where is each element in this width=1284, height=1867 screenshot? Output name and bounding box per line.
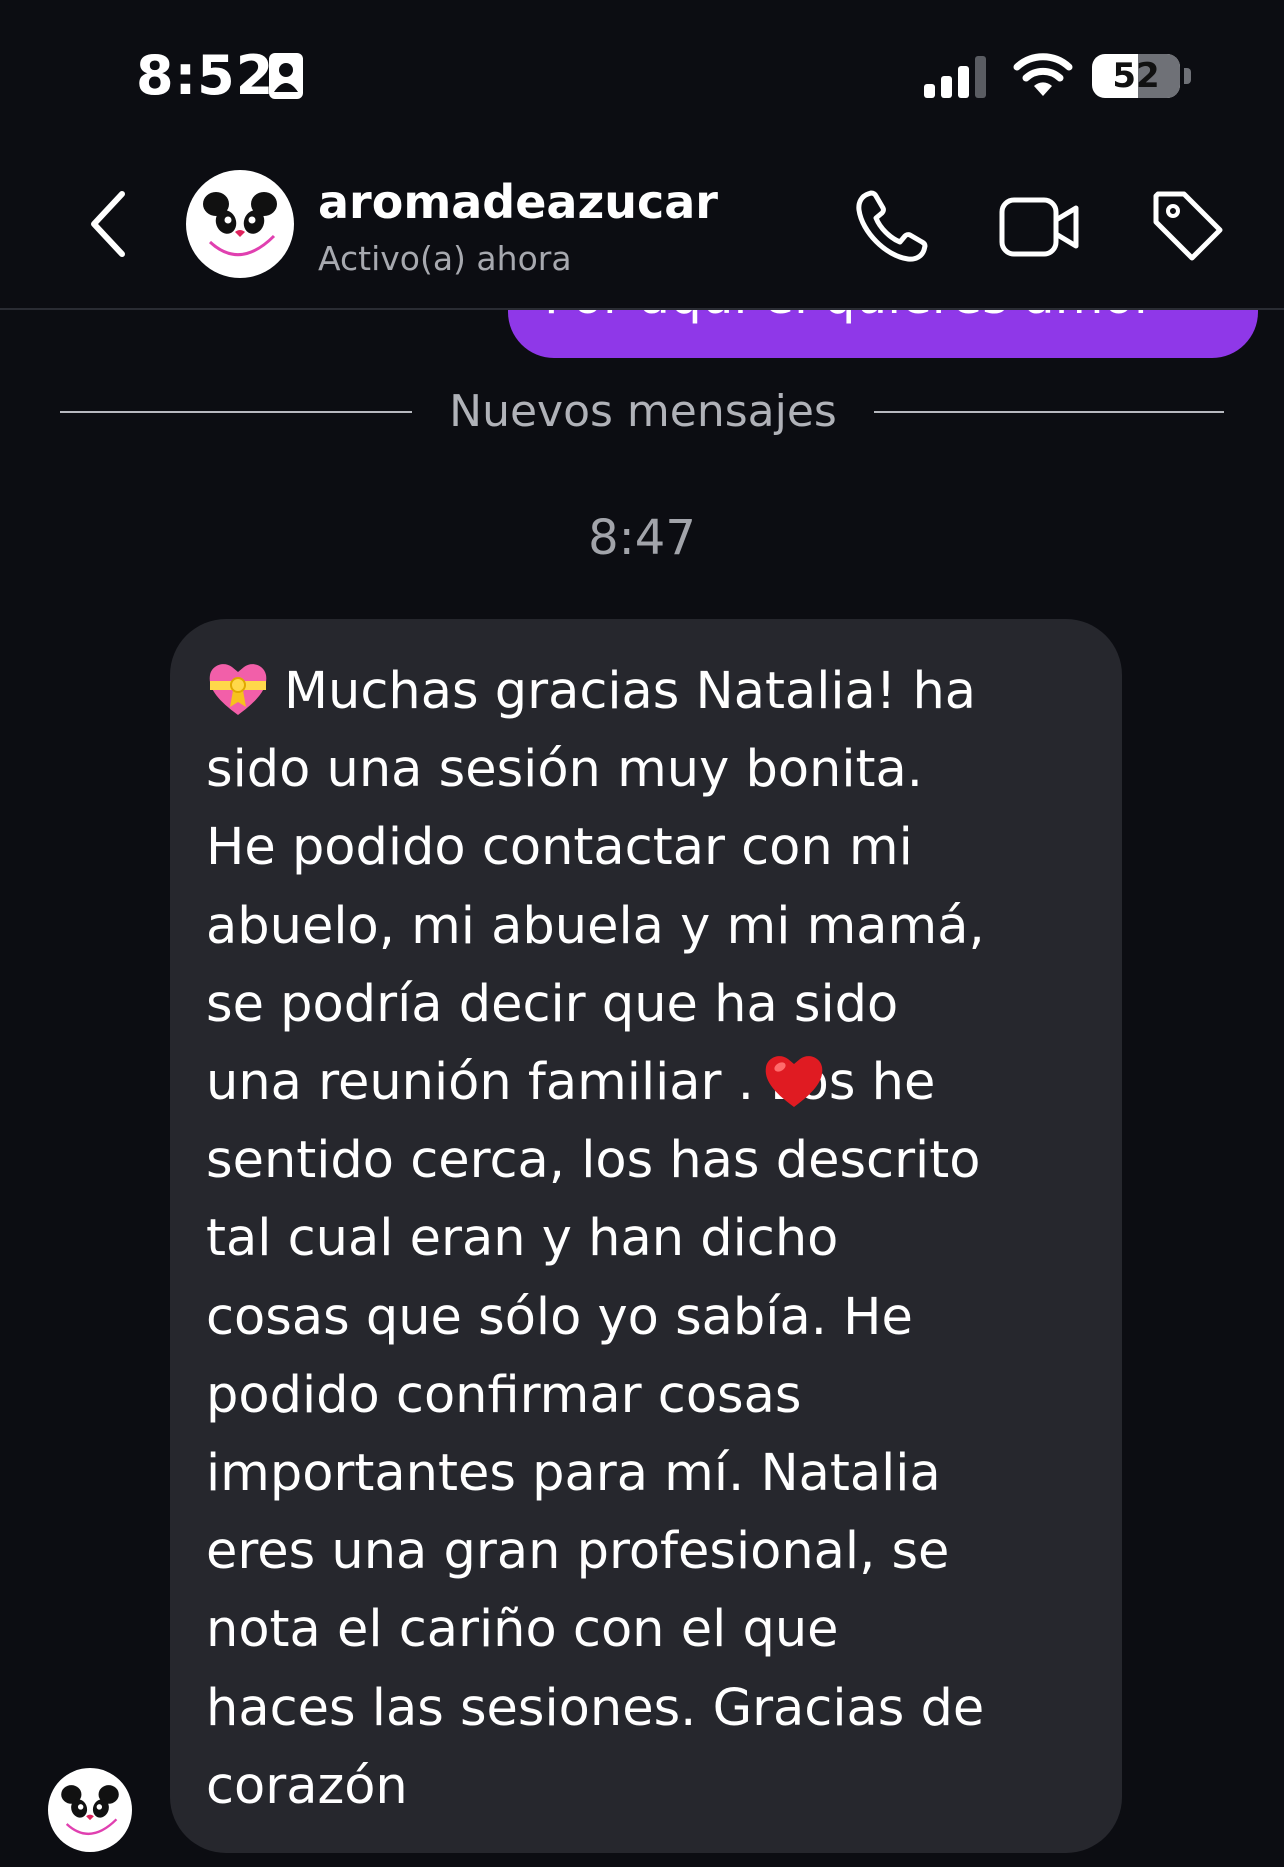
message-line: sentido cerca, los has descrito [206,1131,981,1191]
message-line: eres una gran profesional, se [206,1522,950,1582]
battery-tip [1184,68,1191,84]
wifi-icon [1013,53,1073,96]
message-line: podido confirmar cosas [206,1365,802,1425]
message-line: cosas que sólo yo sabía. He [206,1287,913,1347]
panda-logo-icon [61,1785,119,1835]
back-chevron-icon[interactable] [78,184,138,264]
contact-card-icon [269,53,303,99]
tag-icon[interactable] [1148,186,1228,266]
message-line: se podría decir que ha sido [206,974,899,1034]
status-bar: 8:52 52 [0,0,1284,150]
panda-logo-icon [203,192,277,257]
new-messages-divider: Nuevos mensajes [449,386,837,437]
sender-avatar[interactable] [48,1768,132,1852]
message-timestamp: 8:47 [588,510,696,566]
message-line: nota el cariño con el que [206,1600,839,1660]
red-heart-icon [765,1056,823,1107]
video-camera-icon[interactable] [998,190,1082,264]
message-line: sido una sesión muy bonita. [206,740,923,800]
received-message-bubble[interactable]: Muchas gracias Natalia! ha sido una sesió… [170,619,1122,1853]
phone-icon[interactable] [852,188,930,266]
battery-percent: 52 [1112,56,1160,96]
message-line: tal cual eran y han dicho [206,1209,839,1269]
gift-heart-icon [209,664,267,715]
received-message-text: Muchas gracias Natalia! ha sido una sesió… [206,653,1106,1826]
message-line: importantes para mí. Natalia [206,1444,941,1504]
message-line: corazón [206,1756,408,1816]
divider-line-right [874,411,1224,413]
avatar[interactable] [186,170,294,278]
message-line: abuelo, mi abuela y mi mamá, [206,896,985,956]
chat-header: aromadeazucar Activo(a) ahora [0,150,1284,310]
divider-line-left [60,411,412,413]
cellular-signal-icon [924,56,986,98]
message-line: He podido contactar con mi [206,818,913,878]
contact-status: Activo(a) ahora [318,239,572,278]
message-line: una reunión familiar . Los he [206,1053,936,1113]
message-line: Muchas gracias Natalia! ha [284,662,977,721]
battery-icon: 52 [1092,54,1180,98]
status-time: 8:52 [136,44,275,107]
contact-name[interactable]: aromadeazucar [318,174,718,230]
message-line: haces las sesiones. Gracias de [206,1678,985,1738]
